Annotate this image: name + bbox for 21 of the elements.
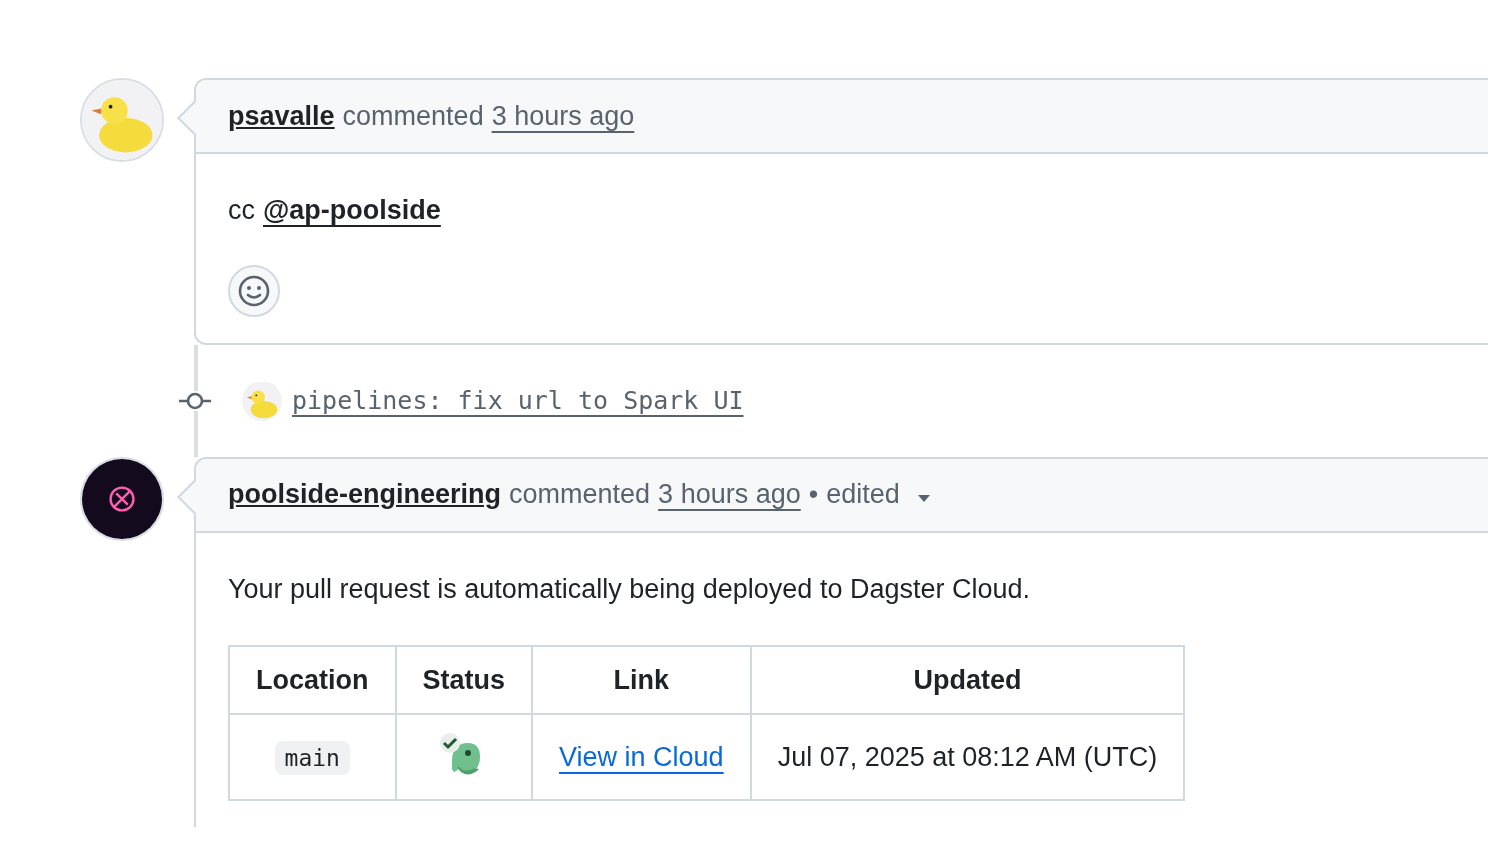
action-text: commented bbox=[342, 99, 484, 133]
timestamp-link[interactable]: 3 hours ago bbox=[658, 474, 801, 515]
timestamp-link[interactable]: 3 hours ago bbox=[491, 95, 635, 137]
author-link[interactable]: psavalle bbox=[228, 95, 335, 137]
comment-text: Your pull request is automatically being deployed to Dagster Cloud. bbox=[228, 572, 1031, 606]
table-cell: Jul 07, 2025 at 08:12 AM (UTC) bbox=[750, 714, 1185, 800]
column-header: Updated bbox=[750, 646, 1185, 714]
caret-icon bbox=[915, 492, 932, 503]
author-link[interactable]: poolside-engineering bbox=[228, 474, 502, 515]
smiley-icon bbox=[237, 273, 271, 308]
mention-link[interactable]: @ap-poolside bbox=[263, 190, 441, 231]
add-reaction-button[interactable] bbox=[228, 264, 280, 317]
commit-link[interactable]: pipelines: fix url to Spark UI bbox=[292, 381, 744, 420]
edited-dropdown[interactable]: edited bbox=[826, 474, 932, 515]
column-header: Status bbox=[395, 646, 533, 714]
code-label: main bbox=[274, 740, 350, 775]
column-header: Location bbox=[229, 646, 396, 714]
action-text: commented bbox=[509, 478, 651, 512]
comment-text: cc bbox=[228, 194, 255, 227]
separator-dot: • bbox=[808, 478, 819, 512]
column-header: Link bbox=[532, 646, 751, 714]
